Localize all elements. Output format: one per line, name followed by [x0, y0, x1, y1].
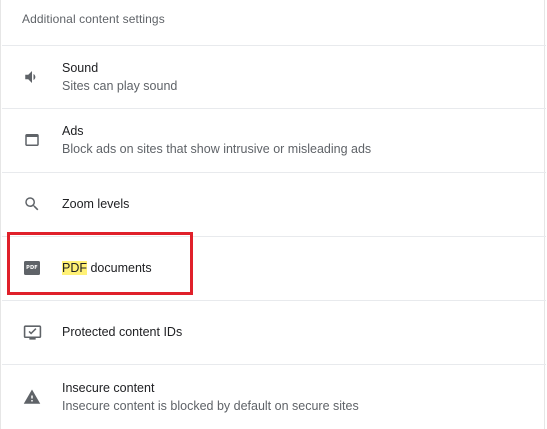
ads-settings-row[interactable]: Ads Block ads on sites that show intrusi…: [2, 108, 546, 171]
search-icon: [22, 194, 42, 214]
ads-label: Ads: [62, 124, 84, 138]
zoom-levels-row[interactable]: Zoom levels: [2, 172, 546, 235]
section-title: Additional content settings: [22, 12, 165, 26]
insecure-content-sublabel: Insecure content is blocked by default o…: [62, 399, 359, 413]
protected-content-icon: [22, 322, 42, 342]
pdf-icon-text: PDF: [24, 261, 40, 275]
pdf-documents-label: PDF documents: [62, 259, 152, 277]
sound-settings-row[interactable]: Sound Sites can play sound: [2, 45, 546, 108]
protected-content-label: Protected content IDs: [62, 325, 183, 339]
settings-panel: Additional content settings Sound Sites …: [0, 0, 546, 429]
ads-sublabel: Block ads on sites that show intrusive o…: [62, 142, 372, 156]
protected-content-ids-row[interactable]: Protected content IDs: [2, 300, 546, 363]
pdf-documents-row[interactable]: PDF PDF documents: [2, 236, 546, 299]
pdf-documents-label-rest: documents: [87, 261, 152, 275]
window-icon: [22, 130, 42, 150]
zoom-levels-label: Zoom levels: [62, 197, 130, 211]
insecure-content-label: Insecure content: [62, 381, 155, 395]
pdf-icon: PDF: [22, 258, 42, 278]
sound-sublabel: Sites can play sound: [62, 79, 178, 93]
sound-label: Sound: [62, 61, 99, 75]
insecure-content-row[interactable]: Insecure content Insecure content is blo…: [2, 364, 546, 429]
speaker-icon: [22, 67, 42, 87]
warning-icon: [22, 387, 42, 407]
search-highlight: PDF: [62, 261, 87, 275]
